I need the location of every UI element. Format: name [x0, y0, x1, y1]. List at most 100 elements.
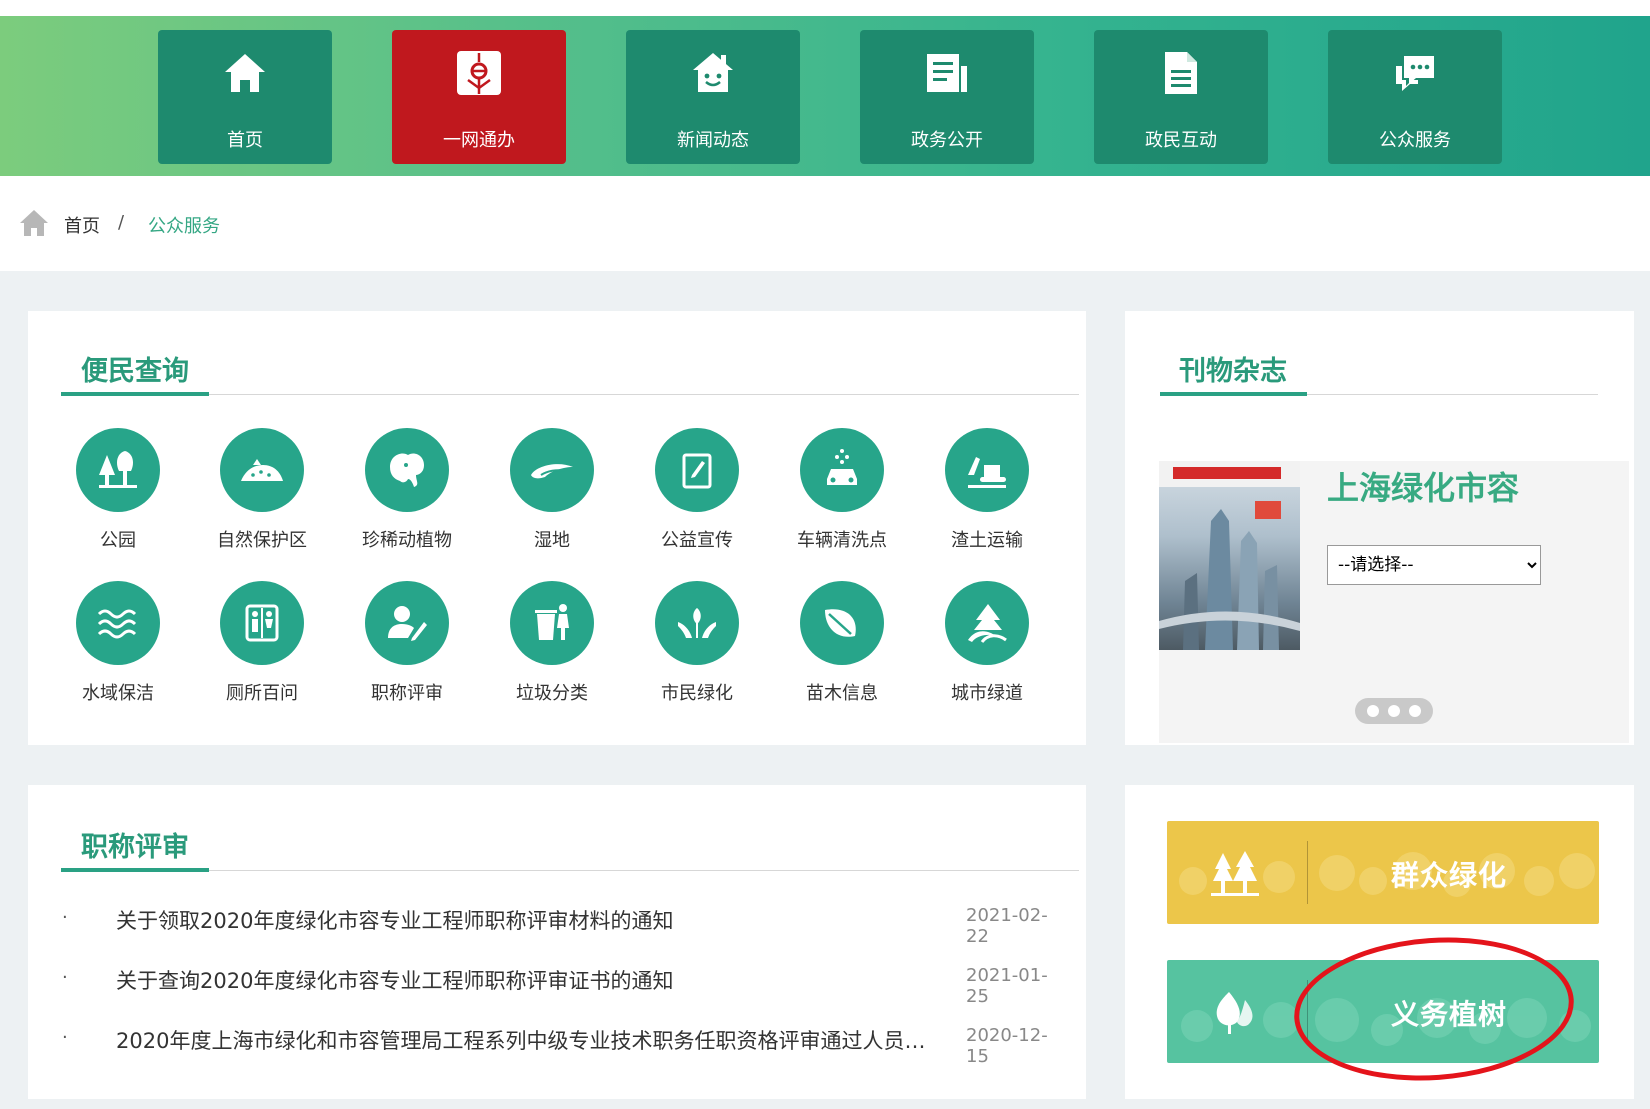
nav-one-network[interactable]: 一网通办 — [392, 30, 566, 164]
title-divider — [61, 394, 1079, 395]
news-title-link[interactable]: 关于查询2020年度绿化市容专业工程师职称评审证书的通知 — [116, 965, 946, 995]
service-label: 珍稀动植物 — [362, 530, 452, 551]
carousel-dot[interactable] — [1409, 705, 1421, 717]
service-label: 公园 — [100, 530, 136, 551]
document-icon — [1165, 52, 1197, 94]
service-seedling-info[interactable]: 苗木信息 — [777, 581, 907, 711]
service-label: 市民绿化 — [661, 683, 733, 704]
title-divider — [61, 870, 1079, 871]
convenience-panel: 便民查询 公园 自然保护区 珍稀动植物 湿地 公益宣传 车辆清洗点 渣土运输 水… — [28, 311, 1086, 745]
nav-label: 新闻动态 — [677, 130, 749, 151]
person-pen-icon — [388, 606, 427, 641]
list-bullet: · — [62, 907, 68, 928]
service-label: 苗木信息 — [806, 683, 878, 704]
title-underline — [61, 392, 209, 396]
service-label: 职称评审 — [371, 683, 443, 704]
banner-divider — [1307, 980, 1308, 1043]
chat-bubbles-icon — [1396, 56, 1434, 91]
service-label: 水域保洁 — [82, 683, 154, 704]
service-label: 湿地 — [534, 530, 570, 551]
home-icon — [20, 210, 48, 236]
breadcrumb-current: 公众服务 — [148, 216, 220, 237]
service-rare-species[interactable]: 珍稀动植物 — [342, 428, 472, 558]
trash-sorting-icon — [535, 604, 569, 640]
main-nav: 首页 一网通办 新闻动态 政务公开 政民互动 公众服务 — [0, 16, 1650, 176]
service-wetland[interactable]: 湿地 — [487, 428, 617, 558]
leaf-icon — [825, 609, 856, 637]
service-label: 厕所百问 — [226, 683, 298, 704]
notebook-icon — [682, 453, 712, 489]
service-label: 渣土运输 — [951, 530, 1023, 551]
service-label: 城市绿道 — [951, 683, 1023, 704]
service-restroom[interactable]: 厕所百问 — [197, 581, 327, 711]
news-date: 2021-02-22 — [966, 905, 1048, 947]
nav-label: 首页 — [227, 130, 263, 151]
nav-label: 公众服务 — [1379, 130, 1451, 151]
news-title-link[interactable]: 2020年度上海市绿化和市容管理局工程系列中级专业技术职务任职资格评审通过人员公… — [116, 1025, 946, 1055]
leaves-icon — [1216, 992, 1253, 1034]
carousel-dot[interactable] — [1367, 705, 1379, 717]
list-bullet: · — [62, 1027, 68, 1048]
list-bullet: · — [62, 967, 68, 988]
plant-hands-icon — [678, 608, 716, 638]
section-title: 刊物杂志 — [1179, 356, 1287, 387]
title-underline — [61, 868, 209, 872]
service-title-review[interactable]: 职称评审 — [342, 581, 472, 711]
news-title-link[interactable]: 关于领取2020年度绿化市容专业工程师职称评审材料的通知 — [116, 905, 946, 935]
nav-home[interactable]: 首页 — [158, 30, 332, 164]
greenway-icon — [968, 604, 1007, 643]
news-item[interactable]: · 2020年度上海市绿化和市容管理局工程系列中级专业技术职务任职资格评审通过人… — [62, 1025, 1062, 1067]
news-date: 2021-01-25 — [966, 965, 1048, 1007]
car-wash-icon — [827, 449, 857, 485]
carousel-dot[interactable] — [1388, 705, 1400, 717]
nav-news[interactable]: 新闻动态 — [626, 30, 800, 164]
service-muck-transport[interactable]: 渣土运输 — [922, 428, 1052, 558]
banner-divider — [1307, 841, 1308, 904]
service-citizen-greening[interactable]: 市民绿化 — [632, 581, 762, 711]
water-waves-icon — [97, 609, 137, 639]
breadcrumb-home-link[interactable]: 首页 — [64, 212, 100, 238]
house-face-icon — [693, 53, 733, 92]
nav-gov-affairs[interactable]: 政务公开 — [860, 30, 1034, 164]
carousel-pagination — [1355, 698, 1433, 724]
nav-label: 政务公开 — [911, 130, 983, 151]
title-review-panel: 职称评审 · 关于领取2020年度绿化市容专业工程师职称评审材料的通知 2021… — [28, 785, 1086, 1099]
service-garbage-sorting[interactable]: 垃圾分类 — [487, 581, 617, 711]
service-car-wash[interactable]: 车辆清洗点 — [777, 428, 907, 558]
mass-greening-banner[interactable]: 群众绿化 — [1167, 821, 1599, 924]
restroom-icon — [245, 604, 279, 642]
breadcrumb-separator: / — [118, 212, 125, 233]
nav-label: 一网通办 — [443, 130, 515, 151]
tree-planting-banner[interactable]: 义务植树 — [1167, 960, 1599, 1063]
section-title: 便民查询 — [81, 356, 189, 387]
trees-icon — [1211, 851, 1259, 896]
service-nature-reserve[interactable]: 自然保护区 — [197, 428, 327, 558]
service-label: 公益宣传 — [661, 530, 733, 551]
banner-label: 义务植树 — [1391, 998, 1508, 1031]
one-network-icon — [457, 51, 501, 95]
service-greenway[interactable]: 城市绿道 — [922, 581, 1052, 711]
news-item[interactable]: · 关于查询2020年度绿化市容专业工程师职称评审证书的通知 2021-01-2… — [62, 965, 1062, 1007]
magazine-issue-select[interactable]: --请选择-- — [1327, 545, 1541, 585]
magazine-cover-image[interactable] — [1159, 461, 1300, 650]
nav-label: 政民互动 — [1145, 130, 1217, 151]
breadcrumb: 首页 / 公众服务 — [0, 176, 1650, 271]
service-public-welfare[interactable]: 公益宣传 — [632, 428, 762, 558]
nav-public-service[interactable]: 公众服务 — [1328, 30, 1502, 164]
magazine-cover-graphic — [1159, 461, 1300, 650]
service-water-cleaning[interactable]: 水域保洁 — [53, 581, 183, 711]
section-title: 职称评审 — [81, 832, 189, 863]
top-strip — [0, 0, 1650, 16]
excavator-icon — [968, 457, 1006, 488]
nature-reserve-icon — [241, 459, 283, 481]
park-trees-icon — [99, 451, 137, 488]
nav-interaction[interactable]: 政民互动 — [1094, 30, 1268, 164]
service-label: 垃圾分类 — [516, 683, 588, 704]
news-item[interactable]: · 关于领取2020年度绿化市容专业工程师职称评审材料的通知 2021-02-2… — [62, 905, 1062, 947]
banner-label: 群众绿化 — [1391, 859, 1508, 892]
service-label: 车辆清洗点 — [797, 530, 887, 551]
document-list-icon — [927, 54, 967, 92]
service-park[interactable]: 公园 — [53, 428, 183, 558]
news-date: 2020-12-15 — [966, 1025, 1048, 1067]
title-underline — [1160, 392, 1307, 396]
